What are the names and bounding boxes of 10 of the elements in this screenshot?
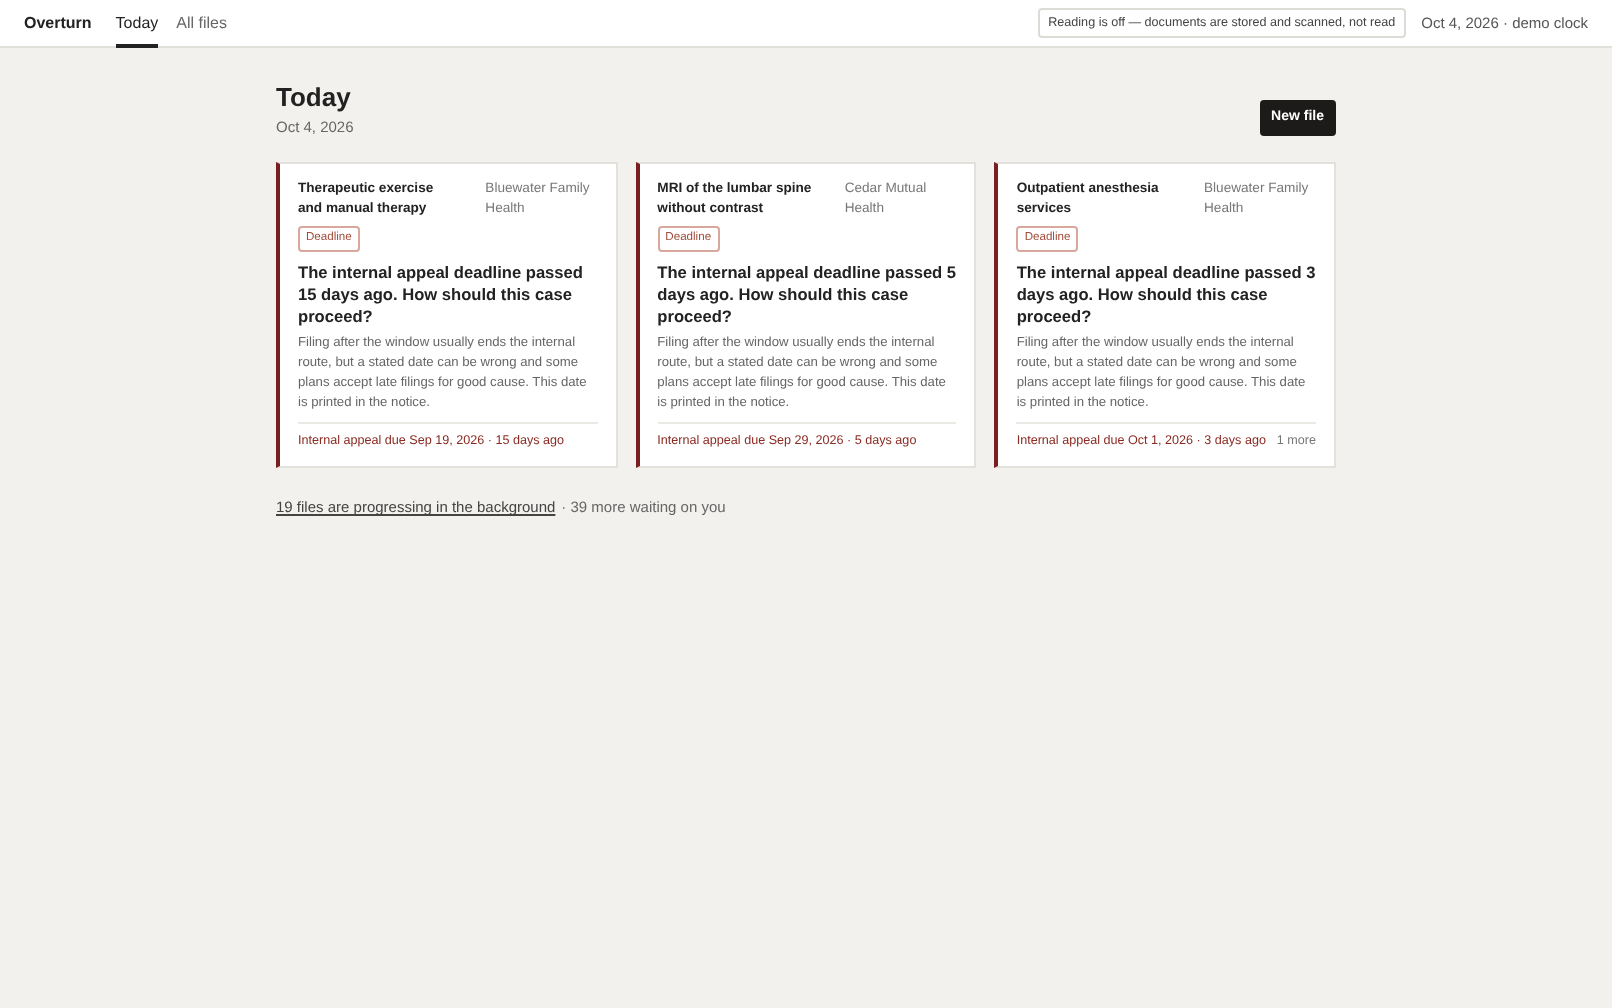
nav-tab[interactable]: All files <box>176 0 227 47</box>
case-card[interactable] <box>994 162 1336 469</box>
case-card[interactable] <box>276 162 618 469</box>
page-title: Today <box>276 82 353 114</box>
case-question: The internal appeal deadline passed 3 days ago. How should this case proceed? <box>1016 261 1316 328</box>
case-question: The internal appeal deadline passed 5 days ago. How should this case proceed? <box>657 261 957 328</box>
case-card[interactable] <box>635 162 977 469</box>
case-question: The internal appeal deadline passed 15 days ago. How should this case proceed? <box>298 261 585 328</box>
nav-tab[interactable]: Today <box>115 0 159 47</box>
brand-name: Overturn <box>24 11 92 35</box>
